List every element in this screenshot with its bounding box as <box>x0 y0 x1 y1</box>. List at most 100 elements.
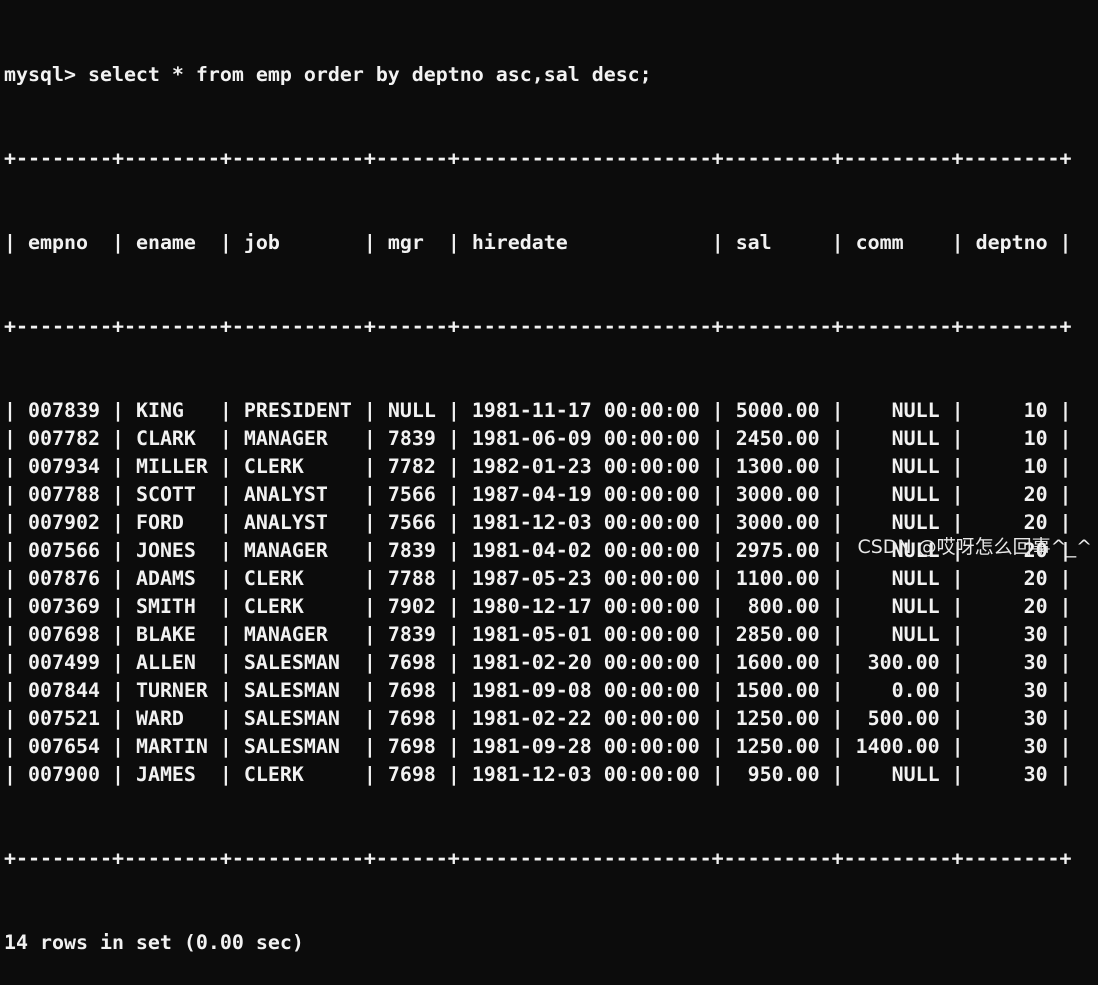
cell-sal: 2975.00 <box>735 539 820 562</box>
cell-empno: 007902 <box>28 511 100 534</box>
cell-job: MANAGER <box>243 427 352 450</box>
cell-empno: 007499 <box>28 651 100 674</box>
table-row: | 007698 | BLAKE | MANAGER | 7839 | 1981… <box>4 623 1072 646</box>
cell-job: SALESMAN <box>243 651 352 674</box>
cell-comm: 0.00 <box>855 679 940 702</box>
cell-hiredate: 1981-02-20 00:00:00 <box>471 651 700 674</box>
cell-hiredate: 1987-05-23 00:00:00 <box>471 567 700 590</box>
cell-deptno: 10 <box>975 399 1048 422</box>
cell-sal: 1600.00 <box>735 651 820 674</box>
cell-empno: 007566 <box>28 539 100 562</box>
cell-comm: NULL <box>855 623 940 646</box>
cell-job: MANAGER <box>243 539 352 562</box>
cell-empno: 007698 <box>28 623 100 646</box>
cell-hiredate: 1981-02-22 00:00:00 <box>471 707 700 730</box>
cell-deptno: 20 <box>975 567 1048 590</box>
cell-sal: 1250.00 <box>735 735 820 758</box>
table-row: | 007839 | KING | PRESIDENT | NULL | 198… <box>4 399 1072 422</box>
cell-ename: MILLER <box>135 455 208 478</box>
cell-comm: NULL <box>855 511 940 534</box>
cell-empno: 007839 <box>28 399 100 422</box>
cell-deptno: 30 <box>975 735 1048 758</box>
cell-mgr: 7566 <box>387 511 436 534</box>
table-row: | 007654 | MARTIN | SALESMAN | 7698 | 19… <box>4 735 1072 758</box>
table-row: | 007499 | ALLEN | SALESMAN | 7698 | 198… <box>4 651 1072 674</box>
table-row: | 007521 | WARD | SALESMAN | 7698 | 1981… <box>4 707 1072 730</box>
table-body: | 007839 | KING | PRESIDENT | NULL | 198… <box>4 397 1072 789</box>
cell-comm: NULL <box>855 427 940 450</box>
cell-deptno: 20 <box>975 511 1048 534</box>
cell-mgr: 7902 <box>387 595 436 618</box>
cell-ename: CLARK <box>135 427 208 450</box>
cell-ename: SCOTT <box>135 483 208 506</box>
cell-job: ANALYST <box>243 483 352 506</box>
cell-ename: MARTIN <box>135 735 208 758</box>
cell-mgr: 7839 <box>387 539 436 562</box>
column-header-empno: empno <box>28 231 100 254</box>
cell-hiredate: 1981-04-02 00:00:00 <box>471 539 700 562</box>
cell-comm: NULL <box>855 399 940 422</box>
cell-comm: NULL <box>855 595 940 618</box>
cell-ename: FORD <box>135 511 208 534</box>
cell-hiredate: 1981-11-17 00:00:00 <box>471 399 700 422</box>
column-header-hiredate: hiredate <box>471 231 700 254</box>
cell-empno: 007782 <box>28 427 100 450</box>
cell-sal: 950.00 <box>735 763 820 786</box>
cell-comm: NULL <box>855 483 940 506</box>
cell-deptno: 10 <box>975 427 1048 450</box>
cell-comm: 1400.00 <box>855 735 940 758</box>
cell-job: CLERK <box>243 763 352 786</box>
cell-mgr: 7698 <box>387 763 436 786</box>
cell-comm: NULL <box>855 567 940 590</box>
column-header-ename: ename <box>135 231 208 254</box>
cell-empno: 007900 <box>28 763 100 786</box>
table-row: | 007788 | SCOTT | ANALYST | 7566 | 1987… <box>4 483 1072 506</box>
cell-mgr: NULL <box>387 399 436 422</box>
cell-deptno: 20 <box>975 595 1048 618</box>
table-border-top: +--------+--------+-----------+------+--… <box>4 147 1072 170</box>
cell-job: ANALYST <box>243 511 352 534</box>
table-row: | 007902 | FORD | ANALYST | 7566 | 1981-… <box>4 511 1072 534</box>
cell-job: CLERK <box>243 567 352 590</box>
cell-deptno: 30 <box>975 679 1048 702</box>
cell-hiredate: 1981-12-03 00:00:00 <box>471 511 700 534</box>
column-header-deptno: deptno <box>975 231 1048 254</box>
cell-sal: 2850.00 <box>735 623 820 646</box>
cell-sal: 1250.00 <box>735 707 820 730</box>
cell-job: SALESMAN <box>243 735 352 758</box>
watermark: CSDN @哎呀怎么回事^_^ <box>857 536 1092 558</box>
cell-ename: ADAMS <box>135 567 208 590</box>
cell-empno: 007788 <box>28 483 100 506</box>
cell-hiredate: 1981-09-08 00:00:00 <box>471 679 700 702</box>
cell-sal: 3000.00 <box>735 483 820 506</box>
column-header-comm: comm <box>855 231 940 254</box>
cell-deptno: 30 <box>975 763 1048 786</box>
table-row: | 007876 | ADAMS | CLERK | 7788 | 1987-0… <box>4 567 1072 590</box>
cell-ename: JONES <box>135 539 208 562</box>
cell-job: PRESIDENT <box>243 399 352 422</box>
cell-ename: JAMES <box>135 763 208 786</box>
cell-mgr: 7566 <box>387 483 436 506</box>
cell-empno: 007654 <box>28 735 100 758</box>
cell-sal: 800.00 <box>735 595 820 618</box>
cell-deptno: 10 <box>975 455 1048 478</box>
table-header-row: | empno | ename | job | mgr | hiredate |… <box>4 231 1072 254</box>
table-row: | 007934 | MILLER | CLERK | 7782 | 1982-… <box>4 455 1072 478</box>
table-row: | 007900 | JAMES | CLERK | 7698 | 1981-1… <box>4 763 1072 786</box>
cell-ename: KING <box>135 399 208 422</box>
cell-ename: BLAKE <box>135 623 208 646</box>
cell-deptno: 30 <box>975 623 1048 646</box>
cell-comm: 300.00 <box>855 651 940 674</box>
column-header-mgr: mgr <box>387 231 436 254</box>
cell-mgr: 7782 <box>387 455 436 478</box>
cell-empno: 007369 <box>28 595 100 618</box>
cell-sal: 1300.00 <box>735 455 820 478</box>
cell-ename: TURNER <box>135 679 208 702</box>
cell-job: SALESMAN <box>243 707 352 730</box>
cell-hiredate: 1987-04-19 00:00:00 <box>471 483 700 506</box>
cell-job: CLERK <box>243 455 352 478</box>
cell-sal: 5000.00 <box>735 399 820 422</box>
result-summary: 14 rows in set (0.00 sec) <box>4 931 304 954</box>
cell-hiredate: 1980-12-17 00:00:00 <box>471 595 700 618</box>
cell-deptno: 30 <box>975 651 1048 674</box>
